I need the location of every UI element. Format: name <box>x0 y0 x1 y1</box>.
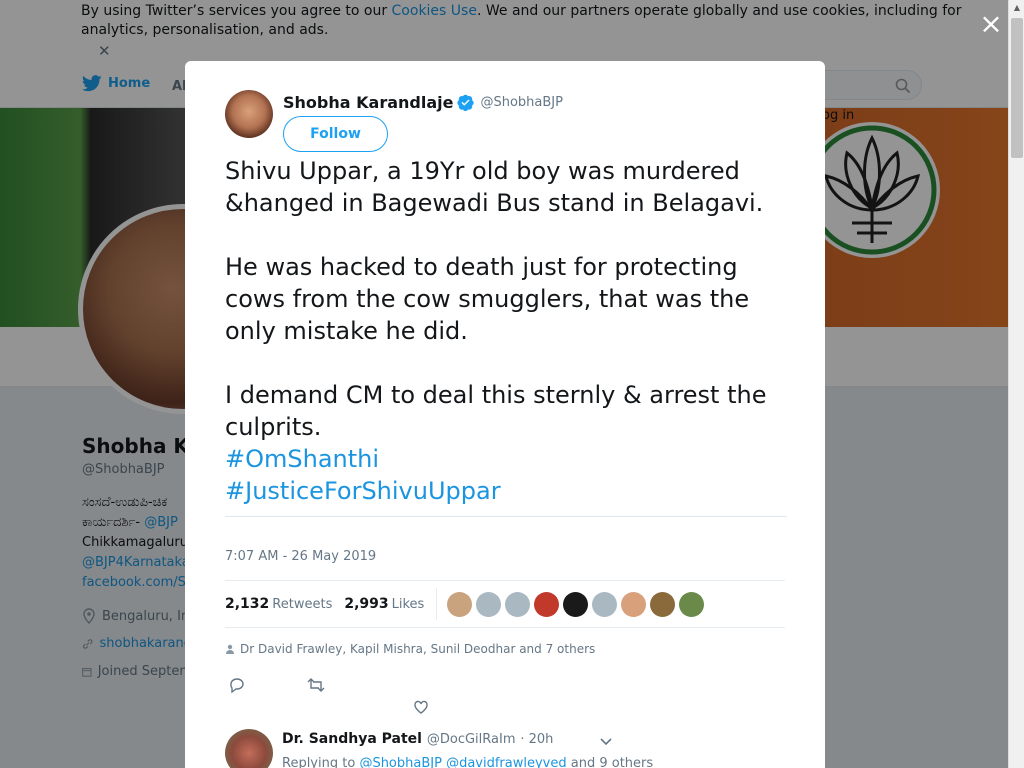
like-heart-icon[interactable] <box>413 699 429 715</box>
reply-time[interactable]: 20h <box>529 732 554 747</box>
tweet-timestamp[interactable]: 7:07 AM - 26 May 2019 <box>225 549 376 564</box>
reply-tweet[interactable]: Dr. Sandhya Patel @DocGilRaIm · 20h Repl… <box>225 729 785 768</box>
close-modal-icon[interactable]: × <box>979 10 1003 38</box>
liker-avatar[interactable] <box>505 591 531 617</box>
retweets-stat[interactable]: 2,132 Retweets <box>225 596 332 612</box>
liker-avatar[interactable] <box>621 591 647 617</box>
replying-link[interactable]: @davidfrawleyved <box>446 756 567 768</box>
tweet-modal: Shobha Karandlaje @ShobhaBJP Follow Shiv… <box>185 61 825 768</box>
scroll-thumb[interactable] <box>1011 18 1023 158</box>
reply-author-avatar[interactable] <box>225 729 273 768</box>
stats-divider <box>436 588 438 620</box>
likers-avatars <box>447 591 705 617</box>
liker-avatar[interactable] <box>534 591 560 617</box>
tweet-paragraph: I demand CM to deal this sternly & arres… <box>225 381 767 441</box>
replying-link[interactable]: @ShobhaBJP <box>359 756 442 768</box>
liker-avatar[interactable] <box>650 591 676 617</box>
hashtag-omshanthi-link[interactable]: #OmShanthi <box>225 443 785 475</box>
likes-count: 2,993 <box>344 596 389 612</box>
liked-by-row[interactable]: Dr David Frawley, Kapil Mishra, Sunil De… <box>225 642 595 656</box>
likes-stat[interactable]: 2,993 Likes <box>344 596 424 612</box>
page-scrollbar[interactable]: ▲ <box>1008 0 1024 768</box>
author-name[interactable]: Shobha Karandlaje <box>283 93 453 112</box>
replying-suffix: and 9 others <box>566 756 654 768</box>
hashtag-justice-link[interactable]: #JusticeForShivuUppar <box>225 475 785 507</box>
retweets-label: Retweets <box>272 597 333 612</box>
tweet-actions <box>225 673 525 715</box>
author-avatar[interactable] <box>225 90 273 138</box>
replying-prefix: Replying to <box>282 756 360 768</box>
person-icon <box>226 644 234 654</box>
liker-avatar[interactable] <box>592 591 618 617</box>
liker-avatar[interactable] <box>476 591 502 617</box>
likes-label: Likes <box>391 597 425 612</box>
retweet-icon[interactable] <box>307 677 325 693</box>
verified-badge-icon <box>457 94 475 111</box>
replying-to: Replying to @ShobhaBJP @davidfrawleyved … <box>282 756 653 768</box>
reply-author-name[interactable]: Dr. Sandhya Patel <box>282 731 422 747</box>
divider <box>225 516 787 517</box>
reply-author-handle[interactable]: @DocGilRaIm <box>427 732 516 747</box>
reply-author-row: Dr. Sandhya Patel @DocGilRaIm · 20h <box>282 731 553 747</box>
tweet-stats: 2,132 Retweets 2,993 Likes <box>225 580 785 628</box>
scroll-up-arrow-icon[interactable]: ▲ <box>1009 0 1024 16</box>
liker-avatar[interactable] <box>679 591 705 617</box>
tweet-paragraph: Shivu Uppar, a 19Yr old boy was murdered… <box>225 157 764 217</box>
liked-by-text: Dr David Frawley, Kapil Mishra, Sunil De… <box>240 642 596 656</box>
reply-dot: · <box>520 732 529 747</box>
tweet-text: Shivu Uppar, a 19Yr old boy was murdered… <box>225 155 785 507</box>
author-name-row: Shobha Karandlaje @ShobhaBJP <box>283 93 563 112</box>
author-handle[interactable]: @ShobhaBJP <box>480 95 563 110</box>
retweets-count: 2,132 <box>225 596 270 612</box>
liker-avatar[interactable] <box>563 591 589 617</box>
tweet-paragraph: He was hacked to death just for protecti… <box>225 253 750 345</box>
chevron-down-icon[interactable] <box>599 737 613 747</box>
liker-avatar[interactable] <box>447 591 473 617</box>
follow-button[interactable]: Follow <box>283 116 388 152</box>
reply-icon[interactable] <box>229 677 245 693</box>
